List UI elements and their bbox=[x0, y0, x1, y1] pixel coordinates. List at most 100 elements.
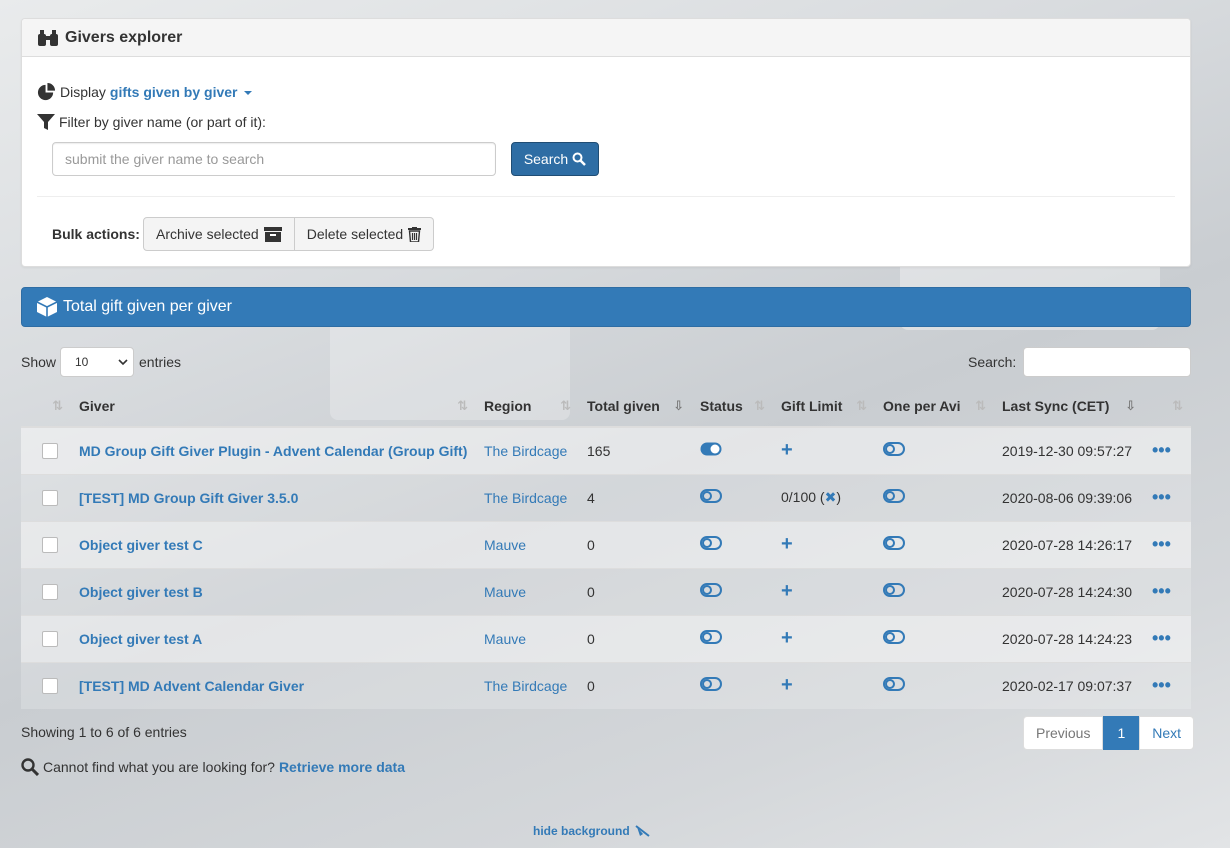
search-button[interactable]: Search bbox=[511, 142, 599, 176]
column-header-status[interactable]: Status ⇅ bbox=[692, 385, 773, 428]
region-link[interactable]: Mauve bbox=[484, 631, 526, 647]
status-toggle-off-icon[interactable] bbox=[700, 583, 722, 597]
total-gift-panel-heading: Total gift given per giver bbox=[21, 287, 1191, 327]
table-search-label: Search: bbox=[968, 354, 1017, 370]
last-sync-value: 2020-07-28 14:24:23 bbox=[1002, 630, 1132, 647]
bulk-actions-label: Bulk actions: bbox=[52, 226, 140, 242]
more-options-icon[interactable]: ••• bbox=[1152, 440, 1171, 460]
last-sync-value: 2019-12-30 09:57:27 bbox=[1002, 442, 1132, 459]
panel-title: Givers explorer bbox=[65, 28, 183, 46]
table-search-input[interactable] bbox=[1023, 347, 1191, 377]
sort-desc-icon: ⇩ bbox=[673, 398, 684, 413]
sort-icon: ⇅ bbox=[52, 398, 63, 413]
sort-icon: ⇅ bbox=[457, 398, 468, 413]
summary-title: Total gift given per giver bbox=[63, 298, 232, 315]
one-per-avi-toggle-off-icon[interactable] bbox=[883, 630, 905, 644]
actions-column-header[interactable]: ⇅ bbox=[1144, 385, 1191, 428]
cube-icon bbox=[36, 296, 58, 318]
eye-slash-icon bbox=[634, 825, 650, 837]
row-checkbox[interactable] bbox=[42, 537, 58, 554]
sort-icon: ⇅ bbox=[560, 398, 571, 413]
column-header-gift-limit[interactable]: Gift Limit ⇅ bbox=[773, 385, 875, 428]
trash-icon bbox=[408, 226, 422, 242]
bulk-actions-group: Archive selected Delete selected bbox=[143, 217, 435, 251]
row-checkbox[interactable] bbox=[42, 678, 58, 695]
table-row: Object giver test B Mauve 0 + 2020-07-28… bbox=[21, 567, 1191, 615]
region-link[interactable]: The Birdcage bbox=[484, 490, 567, 506]
column-header-total-given[interactable]: Total given ⇩ bbox=[579, 385, 692, 428]
more-options-icon[interactable]: ••• bbox=[1152, 581, 1171, 601]
more-options-icon[interactable]: ••• bbox=[1152, 628, 1171, 648]
region-link[interactable]: The Birdcage bbox=[484, 678, 567, 694]
binoculars-icon bbox=[37, 28, 59, 48]
chevron-down-icon bbox=[118, 355, 128, 369]
add-limit-icon[interactable]: + bbox=[781, 439, 793, 461]
total-given-value: 0 bbox=[587, 536, 595, 553]
total-given-value: 0 bbox=[587, 677, 595, 694]
page-1-button[interactable]: 1 bbox=[1103, 716, 1140, 750]
next-page-button[interactable]: Next bbox=[1139, 716, 1195, 750]
region-link[interactable]: Mauve bbox=[484, 537, 526, 553]
row-checkbox[interactable] bbox=[42, 584, 58, 601]
one-per-avi-toggle-off-icon[interactable] bbox=[883, 536, 905, 550]
row-checkbox[interactable] bbox=[42, 490, 58, 507]
sort-icon: ⇅ bbox=[856, 398, 867, 413]
add-limit-icon[interactable]: + bbox=[781, 627, 793, 649]
row-checkbox[interactable] bbox=[42, 443, 58, 460]
giver-name-link[interactable]: MD Group Gift Giver Plugin - Advent Cale… bbox=[79, 443, 467, 459]
column-header-last-sync[interactable]: Last Sync (CET) ⇩ bbox=[994, 385, 1144, 428]
column-header-region[interactable]: Region ⇅ bbox=[476, 385, 579, 428]
page-size-select[interactable]: 10 bbox=[60, 347, 134, 377]
one-per-avi-toggle-off-icon[interactable] bbox=[883, 442, 905, 457]
more-options-icon[interactable]: ••• bbox=[1152, 487, 1171, 507]
hide-background-link[interactable]: hide background bbox=[533, 824, 650, 838]
remove-limit-icon[interactable]: ✖ bbox=[825, 489, 837, 505]
table-row: Object giver test C Mauve 0 + 2020-07-28… bbox=[21, 520, 1191, 568]
total-given-value: 0 bbox=[587, 583, 595, 600]
one-per-avi-toggle-off-icon[interactable] bbox=[883, 583, 905, 597]
region-link[interactable]: Mauve bbox=[484, 584, 526, 600]
sort-icon: ⇅ bbox=[1172, 398, 1183, 413]
status-toggle-off-icon[interactable] bbox=[700, 677, 722, 692]
table-info: Showing 1 to 6 of 6 entries bbox=[21, 724, 187, 740]
show-label: Show bbox=[21, 354, 57, 370]
previous-page-button[interactable]: Previous bbox=[1023, 716, 1104, 750]
giver-name-link[interactable]: Object giver test C bbox=[79, 537, 203, 553]
column-header-giver[interactable]: Giver ⇅ bbox=[71, 385, 476, 428]
more-options-icon[interactable]: ••• bbox=[1152, 675, 1171, 695]
select-column-header[interactable]: ⇅ bbox=[21, 385, 71, 428]
table-row: Object giver test A Mauve 0 + 2020-07-28… bbox=[21, 614, 1191, 662]
add-limit-icon[interactable]: + bbox=[781, 580, 793, 602]
more-options-icon[interactable]: ••• bbox=[1152, 534, 1171, 554]
add-limit-icon[interactable]: + bbox=[781, 674, 793, 696]
sort-icon: ⇅ bbox=[754, 398, 765, 413]
one-per-avi-toggle-off-icon[interactable] bbox=[883, 677, 905, 692]
status-toggle-off-icon[interactable] bbox=[700, 489, 722, 503]
status-toggle-off-icon[interactable] bbox=[700, 630, 722, 644]
giver-name-link[interactable]: Object giver test B bbox=[79, 584, 203, 600]
entries-label: entries bbox=[139, 354, 182, 370]
status-toggle-off-icon[interactable] bbox=[700, 536, 722, 550]
one-per-avi-toggle-off-icon[interactable] bbox=[883, 489, 905, 503]
status-toggle-on-icon[interactable] bbox=[700, 442, 722, 456]
display-dropdown[interactable]: gifts given by giver bbox=[110, 84, 252, 100]
giver-name-link[interactable]: Object giver test A bbox=[79, 631, 202, 647]
add-limit-icon[interactable]: + bbox=[781, 533, 793, 555]
caret-down-icon bbox=[243, 91, 252, 96]
row-checkbox[interactable] bbox=[42, 631, 58, 648]
search-icon bbox=[21, 758, 39, 776]
delete-selected-button[interactable]: Delete selected bbox=[294, 217, 435, 251]
panel-heading: Givers explorer bbox=[22, 19, 1190, 57]
last-sync-value: 2020-02-17 09:07:37 bbox=[1002, 677, 1132, 694]
column-header-one-per-avi[interactable]: One per Avi ⇅ bbox=[875, 385, 994, 428]
giver-name-link[interactable]: [TEST] MD Advent Calendar Giver bbox=[79, 678, 304, 694]
giver-name-link[interactable]: [TEST] MD Group Gift Giver 3.5.0 bbox=[79, 490, 298, 506]
giver-name-input[interactable] bbox=[52, 142, 496, 176]
region-link[interactable]: The Birdcage bbox=[484, 443, 567, 459]
last-sync-value: 2020-07-28 14:26:17 bbox=[1002, 536, 1132, 553]
retrieve-more-data-link[interactable]: Retrieve more data bbox=[279, 759, 405, 775]
archive-selected-button[interactable]: Archive selected bbox=[143, 217, 295, 251]
total-given-value: 4 bbox=[587, 489, 595, 506]
givers-table: ⇅ Giver ⇅ Region ⇅ Total given ⇩ Status ⇅ Gi… bbox=[21, 385, 1191, 709]
pie-chart-icon bbox=[37, 82, 56, 102]
